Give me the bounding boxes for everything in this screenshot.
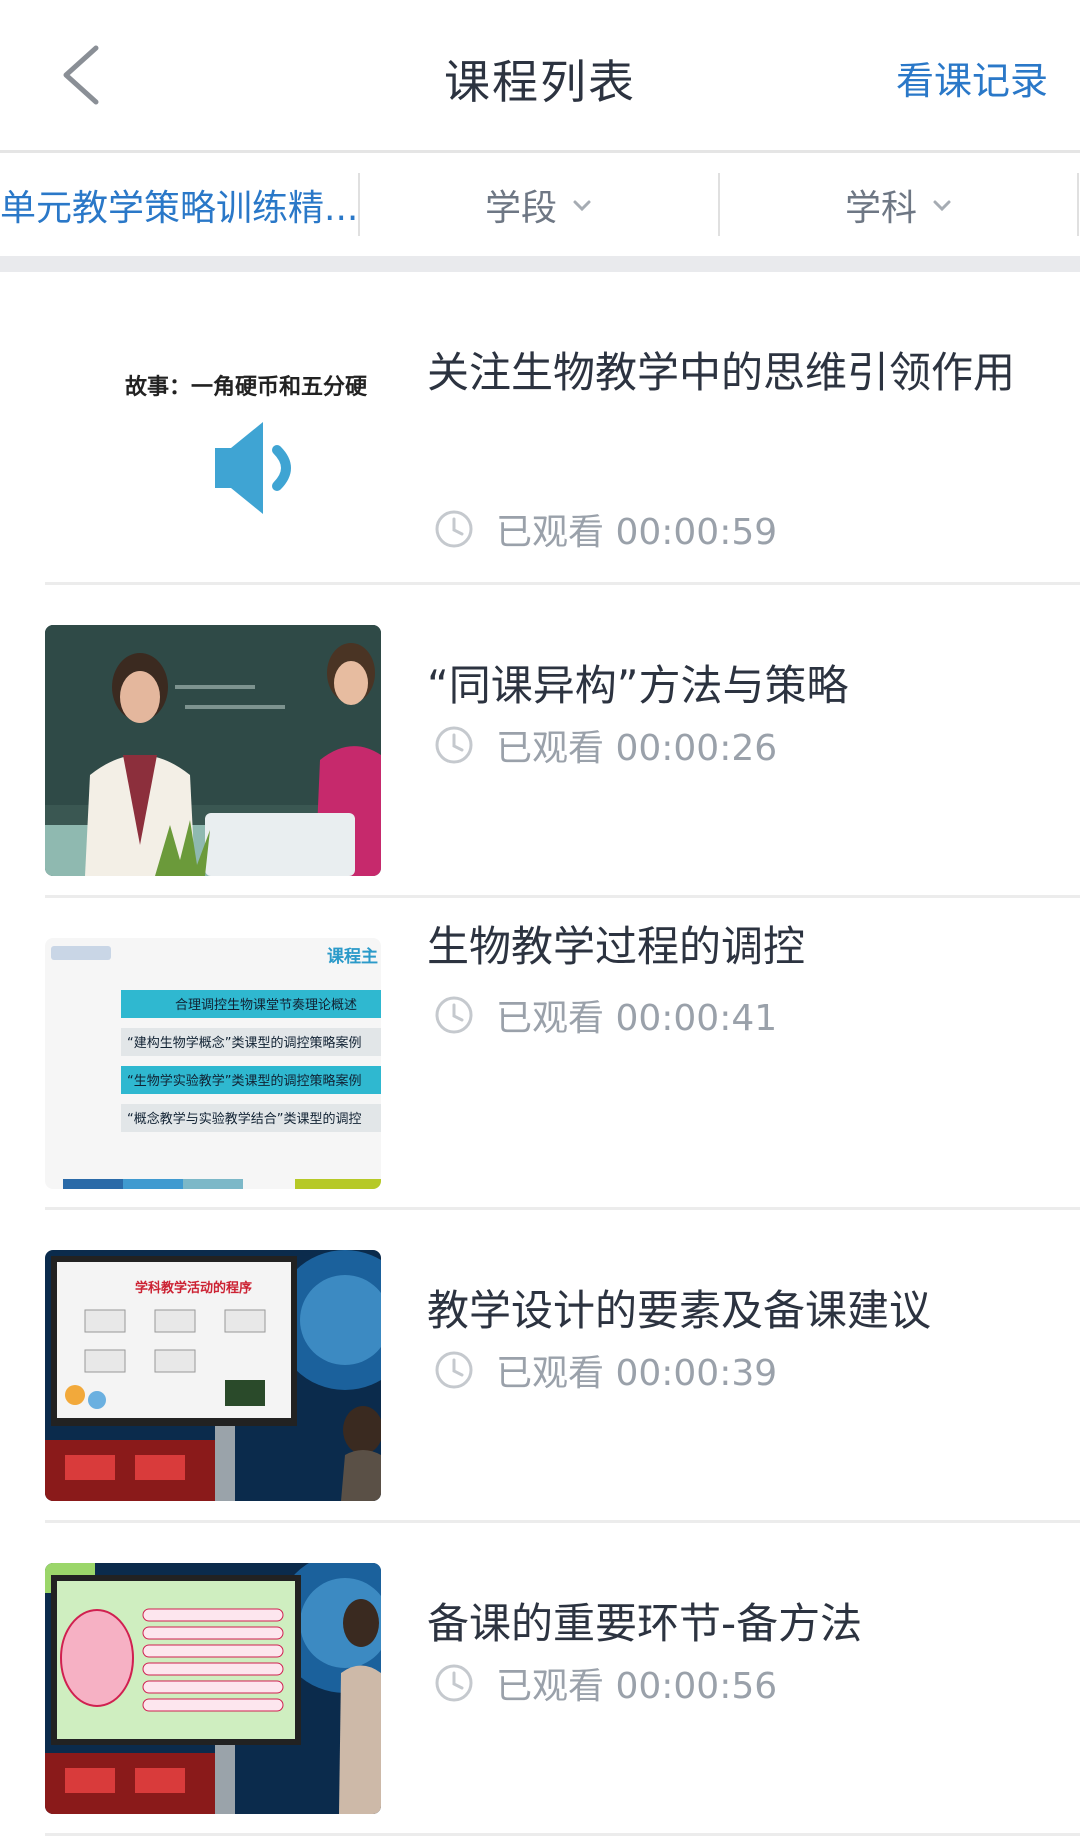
list-divider [45, 1833, 1080, 1836]
watch-progress: 已观看 00:00:59 [434, 507, 777, 553]
filter-course-set-label: 单元教学策略训练精... [0, 187, 359, 229]
course-list-item[interactable]: 学科教学活动的程序 教学设计的要素及备课建议 已观看 00:00:39 [0, 1210, 1080, 1523]
course-title: 关注生物教学中的思维引领作用 [427, 348, 1016, 397]
course-list-item[interactable]: 课程主 合理调控生物课堂节奏理论概述 “建构生物学概念”类课型的调控策略案例 “… [0, 898, 1080, 1211]
filter-subject-label: 学科 [844, 187, 917, 229]
watched-time: 已观看 00:00:41 [496, 998, 778, 1039]
course-thumbnail-slides: 课程主 合理调控生物课堂节奏理论概述 “建构生物学概念”类课型的调控策略案例 “… [45, 938, 381, 1189]
course-list-item[interactable]: 故事：一角硬币和五分硬 关注生物教学中的思维引领作用 已观看 00:00:59 [0, 272, 1080, 585]
course-list-item[interactable]: 备课的重要环节-备方法 已观看 00:00:56 [0, 1523, 1080, 1836]
filter-separator [1077, 173, 1079, 236]
watched-time: 已观看 00:00:59 [496, 512, 778, 553]
watch-history-link[interactable]: 看课记录 [896, 50, 1048, 105]
watched-time: 已观看 00:00:39 [496, 1353, 778, 1394]
filter-course-set[interactable]: 单元教学策略训练精... [0, 153, 359, 256]
watch-progress: 已观看 00:00:41 [434, 993, 777, 1039]
course-thumbnail-video [45, 625, 381, 876]
clock-icon [435, 1351, 473, 1389]
section-band [0, 256, 1080, 272]
filter-separator [358, 173, 360, 236]
course-thumbnail-audio: 故事：一角硬币和五分硬 [45, 312, 381, 563]
svg-text:课程主: 课程主 [327, 946, 378, 967]
course-title: 生物教学过程的调控 [427, 922, 806, 971]
course-thumbnail-studio [45, 1563, 381, 1814]
watch-progress: 已观看 00:00:26 [434, 723, 777, 769]
clock-icon [435, 726, 473, 764]
chevron-down-icon [573, 200, 591, 211]
watch-progress: 已观看 00:00:39 [434, 1348, 777, 1394]
svg-text:“建构生物学概念”类课型的调控策略案例: “建构生物学概念”类课型的调控策略案例 [127, 1035, 361, 1051]
svg-text:“生物学实验教学”类课型的调控策略案例: “生物学实验教学”类课型的调控策略案例 [127, 1073, 361, 1089]
clock-icon [435, 510, 473, 548]
course-thumbnail-studio: 学科教学活动的程序 [45, 1250, 381, 1501]
clock-icon [435, 1664, 473, 1702]
filter-subject-dropdown[interactable]: 学科 [719, 153, 1079, 256]
watch-progress: 已观看 00:00:56 [434, 1661, 777, 1707]
filter-stage-label: 学段 [484, 187, 557, 229]
course-title: 教学设计的要素及备课建议 [427, 1286, 932, 1335]
watched-time: 已观看 00:00:26 [496, 728, 778, 769]
course-title: “同课异构”方法与策略 [427, 661, 849, 710]
filter-stage-dropdown[interactable]: 学段 [359, 153, 719, 256]
svg-text:“概念教学与实验教学结合”类课型的调控: “概念教学与实验教学结合”类课型的调控 [127, 1111, 361, 1127]
filter-bar: 单元教学策略训练精... 学段 学科 [0, 153, 1080, 256]
filter-separator [718, 173, 720, 236]
watched-time: 已观看 00:00:56 [496, 1666, 778, 1707]
svg-text:故事：一角硬币和五分硬: 故事：一角硬币和五分硬 [125, 374, 368, 400]
svg-text:学科教学活动的程序: 学科教学活动的程序 [135, 1280, 252, 1296]
chevron-down-icon [933, 200, 951, 211]
course-title: 备课的重要环节-备方法 [427, 1599, 863, 1648]
svg-text:合理调控生物课堂节奏理论概述: 合理调控生物课堂节奏理论概述 [175, 998, 357, 1013]
clock-icon [435, 996, 473, 1034]
nav-bar: 课程列表 看课记录 [0, 0, 1080, 150]
course-list-item[interactable]: “同课异构”方法与策略 已观看 00:00:26 [0, 585, 1080, 898]
